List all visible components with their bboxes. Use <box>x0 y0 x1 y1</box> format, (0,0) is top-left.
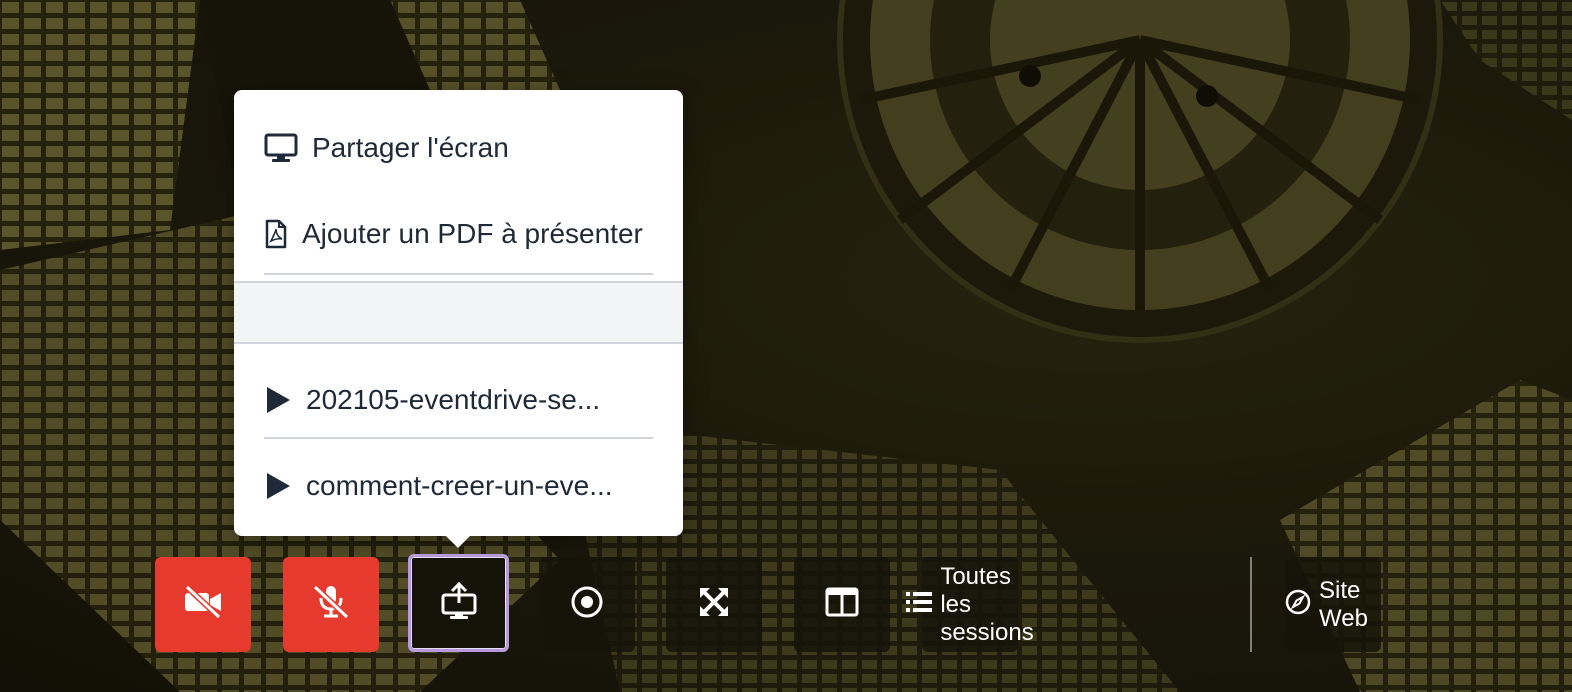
control-bar-divider <box>1250 557 1252 652</box>
fullscreen-button[interactable] <box>666 557 762 652</box>
share-screen-button[interactable] <box>408 554 509 652</box>
add-pdf-option[interactable]: Ajouter un PDF à présenter <box>264 210 653 258</box>
menu-separator-band <box>234 281 683 344</box>
share-menu-popover: Partager l'écran Ajouter un PDF à présen… <box>234 90 683 548</box>
website-button[interactable]: Site Web <box>1285 557 1381 652</box>
toggle-camera-button[interactable] <box>155 557 251 652</box>
menu-divider <box>264 273 653 275</box>
file-pdf-icon <box>264 219 288 249</box>
video-off-icon <box>183 584 223 624</box>
mic-off-icon <box>311 584 351 625</box>
all-sessions-button[interactable]: Toutes les sessions <box>906 557 1034 652</box>
compass-icon <box>1285 589 1311 620</box>
monitor-icon <box>264 133 298 163</box>
video-item-label: comment-creer-un-eve... <box>306 470 613 501</box>
share-screen-label: Partager l'écran <box>312 132 509 163</box>
share-screen-option[interactable]: Partager l'écran <box>264 124 653 172</box>
menu-divider <box>264 437 653 439</box>
video-item[interactable]: 202105-eventdrive-se... <box>264 376 653 424</box>
all-sessions-label: Toutes les sessions <box>940 562 1034 646</box>
columns-icon <box>825 587 859 622</box>
video-item-label: 202105-eventdrive-se... <box>306 384 601 415</box>
add-pdf-label: Ajouter un PDF à présenter <box>302 218 643 249</box>
expand-icon <box>698 586 730 623</box>
play-icon <box>264 386 292 414</box>
record-button[interactable] <box>539 557 635 652</box>
website-label: Site Web <box>1319 576 1368 632</box>
record-icon <box>570 585 604 624</box>
video-item[interactable]: comment-creer-un-eve... <box>264 462 653 510</box>
list-icon <box>906 591 933 618</box>
toggle-microphone-button[interactable] <box>283 557 379 652</box>
play-icon <box>264 472 292 500</box>
share-screen-icon <box>440 581 478 626</box>
layout-toggle-button[interactable] <box>794 557 890 652</box>
